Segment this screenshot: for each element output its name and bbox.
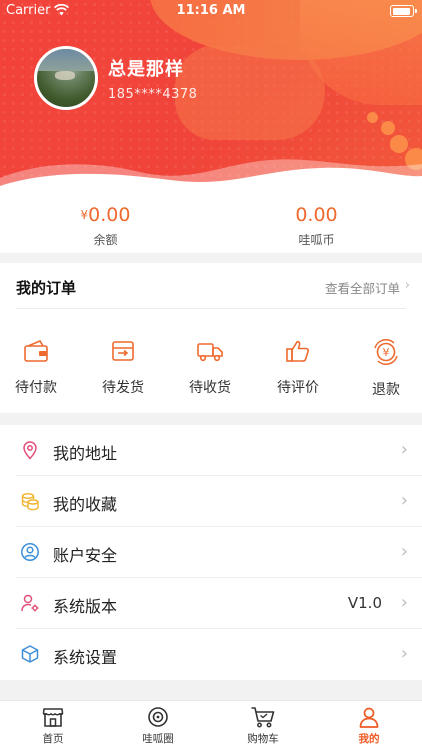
user-phone: 185****4378	[108, 87, 198, 102]
menu-item-address[interactable]: 我的地址 ›	[0, 425, 422, 476]
person-icon	[359, 707, 379, 728]
coins-value: 0.00	[295, 204, 338, 226]
tab-home[interactable]: 首页	[13, 705, 93, 746]
wallet-summary: ¥0.00 余额 0.00 哇呱币	[0, 195, 422, 253]
coins-label: 哇呱币	[298, 233, 335, 247]
user-gear-icon	[21, 594, 39, 612]
balance-label: 余额	[93, 233, 118, 247]
orders-card: 我的订单 查看全部订单 › 待付款 待发货 待收货 待评价 ¥ 退款	[0, 263, 422, 413]
status-bar: Carrier 11:16 AM	[0, 0, 422, 22]
bubble-decoration	[367, 112, 378, 123]
tab-mine[interactable]: 我的	[329, 705, 409, 746]
tab-circle[interactable]: 哇呱圈	[118, 705, 198, 746]
order-status-pending-receipt[interactable]: 待收货	[170, 339, 250, 397]
chevron-right-icon: ›	[400, 643, 408, 664]
order-status-pending-review[interactable]: 待评价	[258, 339, 338, 397]
wallet-icon	[24, 339, 48, 362]
chevron-right-icon: ›	[400, 541, 408, 562]
orders-title: 我的订单	[16, 279, 77, 297]
menu-item-system-settings[interactable]: 系统设置 ›	[0, 629, 422, 680]
balance-value: ¥0.00	[80, 204, 131, 226]
tab-cart[interactable]: 购物车	[223, 705, 303, 746]
circle-target-icon	[148, 707, 168, 727]
chevron-right-icon: ›	[400, 439, 408, 460]
shop-icon	[42, 708, 64, 727]
view-all-orders-link[interactable]: 查看全部订单	[325, 278, 400, 297]
coins-stack-icon	[21, 493, 39, 511]
header-decoration	[175, 45, 325, 140]
chevron-right-icon: ›	[400, 490, 408, 511]
divider	[16, 308, 406, 309]
chevron-right-icon: ›	[400, 592, 408, 613]
location-pin-icon	[23, 441, 37, 460]
settings-menu: 我的地址 › 我的收藏 › 账户安全 › 系统版本 V1.0 › 系统设置 ›	[0, 425, 422, 680]
refund-icon: ¥	[374, 339, 398, 365]
cart-icon	[251, 707, 275, 728]
chevron-right-icon: ›	[404, 278, 410, 293]
balance-block[interactable]: ¥0.00 余额	[0, 203, 211, 248]
version-value: V1.0	[347, 594, 382, 612]
menu-item-system-version[interactable]: 系统版本 V1.0 ›	[0, 578, 422, 629]
cube-icon	[21, 645, 39, 663]
svg-text:¥: ¥	[383, 346, 390, 359]
header-wave	[0, 159, 422, 195]
truck-icon	[197, 343, 223, 362]
thumbs-up-icon	[286, 340, 309, 362]
clock: 11:16 AM	[176, 3, 246, 18]
user-nickname[interactable]: 总是那样	[108, 55, 184, 81]
battery-icon	[390, 5, 417, 17]
box-icon	[112, 341, 134, 361]
coins-block[interactable]: 0.00 哇呱币	[211, 203, 422, 248]
menu-item-account-security[interactable]: 账户安全 ›	[0, 527, 422, 578]
bubble-decoration	[381, 121, 395, 135]
bottom-tab-bar: 首页 哇呱圈 购物车 我的	[0, 700, 422, 750]
menu-item-favorites[interactable]: 我的收藏 ›	[0, 476, 422, 527]
order-status-pending-shipment[interactable]: 待发货	[83, 339, 163, 397]
order-status-refund[interactable]: ¥ 退款	[346, 339, 422, 399]
user-circle-icon	[21, 543, 39, 561]
avatar[interactable]	[34, 46, 98, 110]
order-status-pending-payment[interactable]: 待付款	[0, 339, 76, 397]
